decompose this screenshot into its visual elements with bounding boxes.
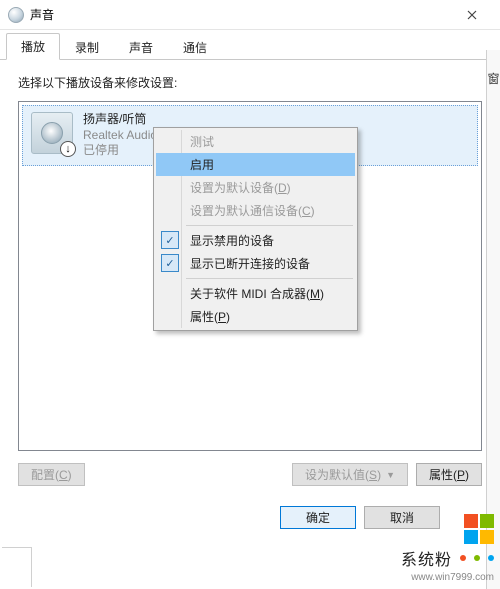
properties-button[interactable]: 属性(P) xyxy=(416,463,482,486)
menu-separator xyxy=(186,225,353,226)
menu-about-midi[interactable]: 关于软件 MIDI 合成器(M) xyxy=(156,282,355,305)
menu-separator xyxy=(186,278,353,279)
device-context-menu: 测试 启用 设置为默认设备(D) 设置为默认通信设备(C) ✓ 显示禁用的设备 … xyxy=(153,127,358,331)
adjacent-panel-left xyxy=(2,547,32,587)
check-icon: ✓ xyxy=(161,254,179,272)
windows-logo-icon xyxy=(464,514,494,544)
tab-playback[interactable]: 播放 xyxy=(6,33,60,60)
watermark-text: 系统粉 xyxy=(401,546,452,570)
app-icon xyxy=(8,7,24,23)
instruction-text: 选择以下播放设备来修改设置: xyxy=(18,74,482,91)
watermark: 系统粉 www.win7999.com xyxy=(401,514,494,583)
tab-communications[interactable]: 通信 xyxy=(168,34,222,60)
device-text: 扬声器/听筒 Realtek Audio 已停用 xyxy=(83,112,157,159)
close-button[interactable] xyxy=(452,0,492,30)
check-icon: ✓ xyxy=(161,231,179,249)
menu-properties[interactable]: 属性(P) xyxy=(156,305,355,328)
dropdown-caret-icon: ▼ xyxy=(386,470,395,480)
device-name: 扬声器/听筒 xyxy=(83,112,157,128)
ok-button[interactable]: 确定 xyxy=(280,506,356,529)
configure-button[interactable]: 配置(C) xyxy=(18,463,85,486)
menu-show-disabled[interactable]: ✓ 显示禁用的设备 xyxy=(156,229,355,252)
menu-test[interactable]: 测试 xyxy=(156,130,355,153)
menu-set-default-comm[interactable]: 设置为默认通信设备(C) xyxy=(156,199,355,222)
menu-set-default[interactable]: 设置为默认设备(D) xyxy=(156,176,355,199)
tab-content: 选择以下播放设备来修改设置: 扬声器/听筒 Realtek Audio 已停用 … xyxy=(0,60,500,451)
device-driver: Realtek Audio xyxy=(83,128,157,144)
disabled-badge-icon xyxy=(60,141,76,157)
device-status: 已停用 xyxy=(83,143,157,159)
window-title: 声音 xyxy=(30,6,452,23)
menu-enable[interactable]: 启用 xyxy=(156,153,355,176)
menu-show-disconnected[interactable]: ✓ 显示已断开连接的设备 xyxy=(156,252,355,275)
device-icon-wrap xyxy=(31,112,73,154)
tab-bar: 播放 录制 声音 通信 xyxy=(0,30,500,60)
titlebar: 声音 xyxy=(0,0,500,30)
device-button-row: 配置(C) 设为默认值(S)▼ 属性(P) xyxy=(0,451,500,486)
set-default-button[interactable]: 设为默认值(S)▼ xyxy=(292,463,408,486)
device-listbox[interactable]: 扬声器/听筒 Realtek Audio 已停用 测试 启用 设置为默认设备(D… xyxy=(18,101,482,451)
adjacent-panel: 窗 xyxy=(486,50,500,589)
tab-recording[interactable]: 录制 xyxy=(60,34,114,60)
close-icon xyxy=(467,10,477,20)
watermark-url: www.win7999.com xyxy=(411,572,494,583)
tab-sounds[interactable]: 声音 xyxy=(114,34,168,60)
